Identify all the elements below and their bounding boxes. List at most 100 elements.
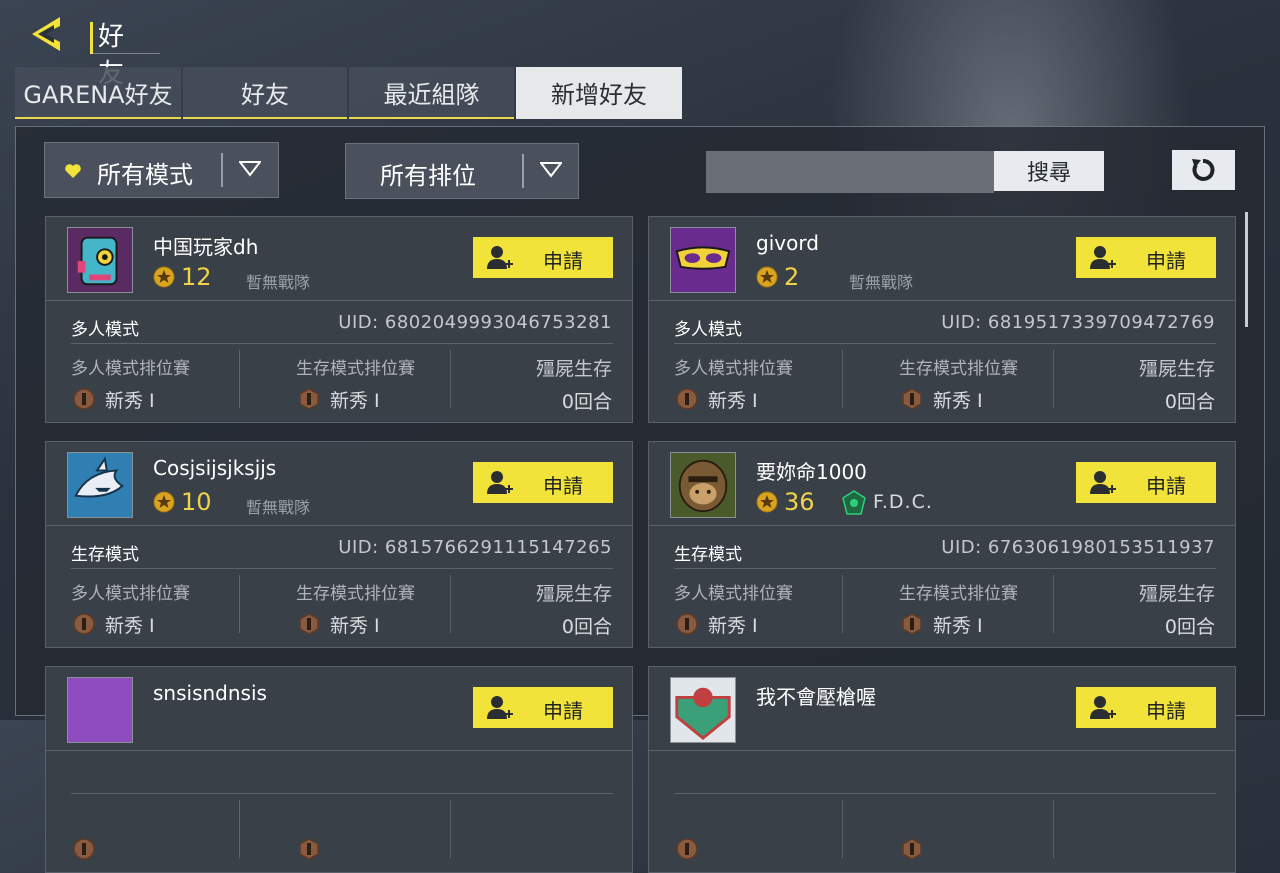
preferred-mode: 生存模式 <box>71 545 139 565</box>
tab-label: GARENA好友 <box>23 80 173 109</box>
request-label: 申請 <box>1146 249 1186 273</box>
level-star-icon <box>153 266 175 288</box>
br-ranked-label: 生存模式排位賽 <box>296 584 415 604</box>
player-avatar <box>67 677 133 743</box>
search-button[interactable]: 搜尋 <box>994 151 1104 191</box>
br-ranked-tier: 新秀 I <box>901 612 983 637</box>
column-divider <box>842 575 843 633</box>
rookie-rank-icon <box>902 388 922 410</box>
search-input[interactable] <box>706 151 994 193</box>
mp-ranked-tier-text: 新秀 I <box>105 614 155 637</box>
column-divider <box>842 800 843 858</box>
player-level: 10 <box>153 488 212 516</box>
dropdown-separator <box>221 153 223 187</box>
player-card: snsisndnsis 申請 <box>45 666 633 873</box>
back-button[interactable]: 好友 <box>22 12 160 89</box>
player-name: Cosjsijsjksjjs <box>153 456 277 480</box>
zombie-label: 殭屍生存 <box>535 358 612 380</box>
player-name: 我不會壓槍喔 <box>756 685 876 709</box>
dropdown-separator <box>522 154 524 188</box>
heart-icon <box>65 164 81 178</box>
level-number: 36 <box>784 488 815 516</box>
tab-add-friend[interactable]: 新增好友 <box>516 67 682 119</box>
card-divider <box>649 750 1235 751</box>
level-star-icon <box>756 266 778 288</box>
request-button[interactable]: 申請 <box>1076 462 1216 503</box>
mp-ranked-label: 多人模式排位賽 <box>674 359 793 379</box>
player-level: 2 <box>756 263 800 291</box>
column-divider <box>239 350 240 408</box>
card-divider <box>71 568 613 569</box>
tab-friends[interactable]: 好友 <box>183 67 347 119</box>
mp-ranked-tier <box>73 837 105 861</box>
br-ranked-tier: 新秀 I <box>298 612 380 637</box>
br-ranked-tier <box>901 837 933 861</box>
request-button[interactable]: 申請 <box>473 462 613 503</box>
add-friend-icon <box>487 471 513 494</box>
card-divider <box>46 525 632 526</box>
request-button[interactable]: 申請 <box>473 687 613 728</box>
player-card: 中国玩家dh 12 暫無戰隊 申請 多人模式 UID: 68020499930467532… <box>45 216 633 423</box>
br-ranked-tier: 新秀 I <box>901 387 983 412</box>
tab-garena-friends[interactable]: GARENA好友 <box>15 67 181 119</box>
mp-ranked-tier: 新秀 I <box>676 612 758 637</box>
level-number: 2 <box>784 263 800 291</box>
level-star-icon <box>756 491 778 513</box>
card-divider <box>649 300 1235 301</box>
request-label: 申請 <box>543 474 583 498</box>
level-star-icon <box>153 491 175 513</box>
player-level: 12 <box>153 263 212 291</box>
mp-ranked-tier <box>676 837 708 861</box>
mp-ranked-tier: 新秀 I <box>676 387 758 412</box>
mp-ranked-label: 多人模式排位賽 <box>71 584 190 604</box>
player-avatar <box>670 227 736 293</box>
mode-filter-dropdown[interactable]: 所有模式 <box>44 142 279 198</box>
request-button[interactable]: 申請 <box>1076 237 1216 278</box>
mp-ranked-label: 多人模式排位賽 <box>674 584 793 604</box>
card-divider <box>46 300 632 301</box>
tab-label: 好友 <box>241 80 289 109</box>
refresh-button[interactable] <box>1172 150 1235 190</box>
mp-ranked-tier-text: 新秀 I <box>105 389 155 412</box>
scrollbar[interactable] <box>1245 212 1248 327</box>
rank-filter-dropdown[interactable]: 所有排位 <box>345 143 579 199</box>
add-friend-icon <box>487 696 513 719</box>
column-divider <box>239 800 240 858</box>
rookie-rank-icon <box>902 613 922 635</box>
card-divider <box>649 525 1235 526</box>
tab-recent-squad[interactable]: 最近組隊 <box>349 67 514 119</box>
column-divider <box>842 350 843 408</box>
zombie-label: 殭屍生存 <box>1138 358 1215 380</box>
request-label: 申請 <box>1146 474 1186 498</box>
preferred-mode: 多人模式 <box>71 320 139 340</box>
rank-filter-label: 所有排位 <box>380 162 476 190</box>
card-divider <box>71 343 613 344</box>
mp-ranked-tier: 新秀 I <box>73 387 155 412</box>
player-avatar <box>67 452 133 518</box>
title-underline <box>90 53 160 54</box>
player-uid: UID: 6802049993046753281 <box>338 312 612 333</box>
player-uid: UID: 6763061980153511937 <box>941 537 1215 558</box>
clan-status: 暫無戰隊 <box>246 273 311 292</box>
player-card: Cosjsijsjksjjs 10 暫無戰隊 申請 生存模式 UID: 681576629… <box>45 441 633 648</box>
player-level: 36 <box>756 488 815 516</box>
br-ranked-tier <box>298 837 330 861</box>
player-avatar <box>670 677 736 743</box>
request-button[interactable]: 申請 <box>1076 687 1216 728</box>
column-divider <box>450 350 451 408</box>
player-uid: UID: 6819517339709472769 <box>941 312 1215 333</box>
card-divider <box>674 793 1216 794</box>
br-ranked-tier-text: 新秀 I <box>330 614 380 637</box>
card-divider <box>71 793 613 794</box>
zombie-rounds: 0回合 <box>1164 391 1215 413</box>
clan-name: F.D.C. <box>873 491 933 513</box>
player-avatar <box>670 452 736 518</box>
zombie-rounds: 0回合 <box>1164 616 1215 638</box>
clan-status: 暫無戰隊 <box>849 273 914 292</box>
player-uid: UID: 6815766291115147265 <box>338 537 612 558</box>
mp-ranked-tier-text: 新秀 I <box>708 389 758 412</box>
rookie-rank-icon <box>73 388 95 410</box>
card-divider <box>674 343 1216 344</box>
request-button[interactable]: 申請 <box>473 237 613 278</box>
title-divider <box>90 22 93 54</box>
